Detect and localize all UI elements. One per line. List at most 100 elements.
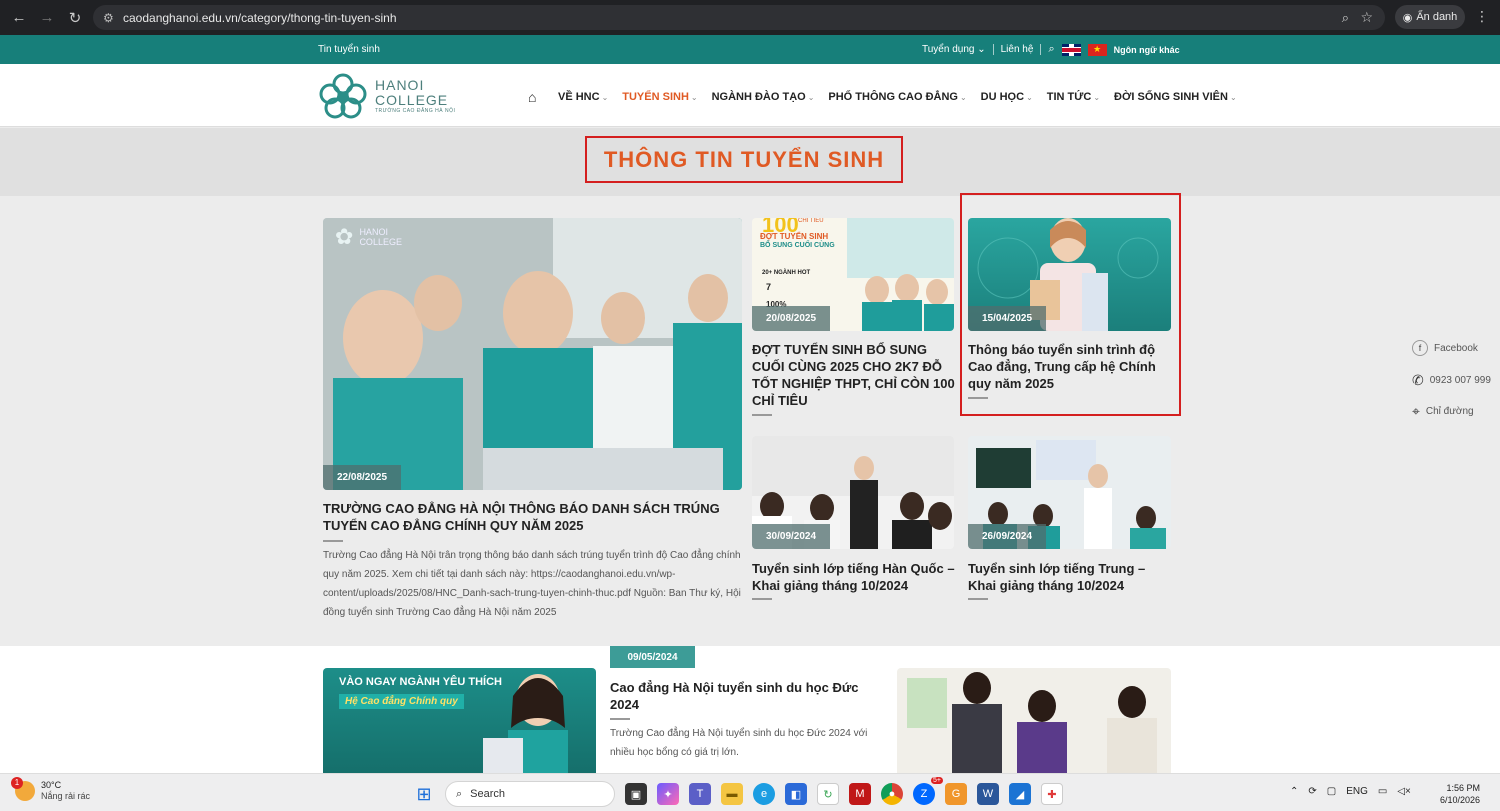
vn-flag-icon[interactable]: ★ [1087, 43, 1107, 56]
phone-label: 0923 007 999 [1429, 375, 1491, 386]
chrome-icon[interactable]: ● [881, 783, 903, 805]
system-tray: ⌃ ⟳ ▢ ENG ▭ ◁× [1290, 786, 1411, 797]
post-title[interactable]: Tuyển sinh lớp tiếng Trung – Khai giảng … [968, 560, 1173, 594]
copilot-icon[interactable]: ✦ [657, 783, 679, 805]
chevron-down-icon: ⌄ [601, 92, 609, 102]
home-icon[interactable]: ⌂ [528, 89, 544, 105]
app-orange-icon[interactable]: G [945, 783, 967, 805]
weather-condition: Nắng rải rác [41, 791, 91, 801]
bookmark-star-icon[interactable]: ☆ [1360, 9, 1373, 26]
topbar-news-link[interactable]: Tin tuyển sinh [318, 44, 380, 55]
sync-icon[interactable]: ⟳ [1308, 786, 1316, 797]
post-image[interactable] [897, 668, 1171, 773]
post-title[interactable]: Tuyển sinh lớp tiếng Hàn Quốc – Khai giả… [752, 560, 957, 594]
post-image[interactable]: 30/09/2024 [752, 436, 954, 549]
chevron-up-icon[interactable]: ⌃ [1290, 786, 1298, 797]
topbar-contact-link[interactable]: Liên hệ [1001, 44, 1034, 55]
image-text-line1: ĐỢT TUYỂN SINH [760, 232, 829, 241]
topbar-recruit-link[interactable]: Tuyển dụng ⌄ [922, 44, 986, 55]
site-settings-icon[interactable]: ⚙ [103, 11, 121, 25]
post-image[interactable]: VÀO NGAY NGÀNH YÊU THÍCH Hệ Cao đẳng Chí… [323, 668, 596, 773]
facebook-link[interactable]: f Facebook [1412, 340, 1478, 356]
lower-post-title[interactable]: Cao đẳng Hà Nội tuyển sinh du học Đức 20… [610, 679, 880, 713]
search-icon[interactable]: ⌕ [1048, 43, 1054, 56]
post-title[interactable]: ĐỢT TUYỂN SINH BỔ SUNG CUỐI CÙNG 2025 CH… [752, 341, 957, 409]
zoom-icon[interactable]: ⌕ [1342, 10, 1349, 26]
nav-item-highschool-college[interactable]: PHỔ THÔNG CAO ĐẲNG ⌄ [828, 91, 966, 103]
browser-menu-icon[interactable]: ⋮ [1475, 8, 1489, 25]
phone-link-icon[interactable]: ▢ [1327, 786, 1336, 797]
task-view-icon[interactable]: ▣ [625, 783, 647, 805]
nav-item-news[interactable]: TIN TỨC ⌄ [1047, 91, 1100, 103]
chevron-down-icon: ⌄ [959, 92, 967, 102]
language-indicator[interactable]: ENG [1346, 786, 1368, 797]
site-logo[interactable]: HANOI COLLEGE TRƯỜNG CAO ĐẲNG HÀ NỘI [318, 72, 455, 120]
phone-link[interactable]: ✆ 0923 007 999 [1412, 372, 1491, 389]
network-icon[interactable]: ▭ [1378, 786, 1387, 797]
back-icon[interactable]: ← [5, 4, 33, 32]
nav-item-about[interactable]: VỀ HNC ⌄ [558, 91, 608, 103]
clock-date: 6/10/2026 [1440, 795, 1481, 805]
nav-label: ĐỜI SỐNG SINH VIÊN [1114, 91, 1228, 103]
app-blue-icon[interactable]: ◢ [1009, 783, 1031, 805]
nav-label: TUYỂN SINH [622, 91, 689, 103]
flower-logo-icon [319, 73, 367, 119]
incognito-button[interactable]: ◉ Ẩn danh [1395, 5, 1465, 29]
facebook-icon: f [1412, 340, 1428, 356]
nav-label: TIN TỨC [1046, 91, 1092, 103]
clock-time: 1:56 PM [1446, 783, 1481, 793]
uk-flag-icon[interactable] [1061, 43, 1081, 56]
post-date: 20/08/2025 [752, 306, 831, 331]
image-text-line2: BỔ SUNG CUỐI CÙNG [760, 242, 835, 249]
file-explorer-icon[interactable]: ▬ [721, 783, 743, 805]
nav-label: VỀ HNC [558, 91, 600, 103]
divider [1040, 44, 1042, 55]
taskbar-search[interactable]: ⌕ Search [445, 781, 615, 807]
word-icon[interactable]: W [977, 783, 999, 805]
map-pin-icon: ⌖ [1412, 403, 1420, 419]
zalo-icon[interactable]: Z 5+ [913, 777, 943, 805]
weather-sun-icon: 1 [11, 776, 35, 801]
mcafee-icon[interactable]: M [849, 783, 871, 805]
post-date: 26/09/2024 [968, 524, 1047, 549]
image-text-b1: 20+ NGÀNH HOT [762, 270, 811, 276]
windows-start-icon[interactable]: ⊞ [413, 783, 435, 805]
featured-post-title[interactable]: TRƯỜNG CAO ĐẲNG HÀ NỘI THÔNG BÁO DANH SÁ… [323, 500, 748, 534]
post-image[interactable]: 26/09/2024 [968, 436, 1171, 549]
nav-label: DU HỌC [980, 91, 1025, 103]
nav-item-admissions[interactable]: TUYỂN SINH ⌄ [622, 91, 697, 103]
divider [610, 718, 630, 720]
app-green-icon[interactable]: ↻ [817, 783, 839, 805]
language-selector[interactable]: Ngôn ngữ khác [1114, 45, 1180, 55]
site-header: HANOI COLLEGE TRƯỜNG CAO ĐẲNG HÀ NỘI ⌂ V… [0, 64, 1500, 127]
app-colorful-icon[interactable]: ✚ [1041, 783, 1063, 805]
nav-item-study-abroad[interactable]: DU HỌC ⌄ [981, 91, 1033, 103]
image-text-2: Hệ Cao đẳng Chính quy [339, 694, 464, 709]
nav-item-programs[interactable]: NGÀNH ĐÀO TẠO ⌄ [712, 91, 815, 103]
teams-icon[interactable]: T [689, 783, 711, 805]
chevron-down-icon: ⌄ [1229, 92, 1237, 102]
windows-taskbar: 1 30°C Nắng rải rác ⊞ ⌕ Search ▣ ✦ T ▬ e… [0, 773, 1500, 811]
divider [968, 598, 988, 600]
featured-post-image[interactable]: ✿ HANOI COLLEGE 22/08/2025 [323, 218, 742, 490]
logo-line1: HANOI [375, 77, 425, 93]
clock[interactable]: 1:56 PM 6/10/2026 [1440, 782, 1480, 806]
chevron-down-icon: ⌄ [807, 92, 815, 102]
volume-icon[interactable]: ◁× [1397, 786, 1411, 797]
nav-item-student-life[interactable]: ĐỜI SỐNG SINH VIÊN ⌄ [1114, 91, 1237, 103]
directions-link[interactable]: ⌖ Chỉ đường [1412, 403, 1474, 420]
lower-post-excerpt: Trường Cao đẳng Hà Nội tuyển sinh du học… [610, 728, 868, 758]
store-icon[interactable]: ◧ [785, 783, 807, 805]
weather-widget[interactable]: 1 30°C Nắng rải rác [11, 776, 91, 801]
nav-label: NGÀNH ĐÀO TẠO [711, 91, 806, 103]
kimono-photo-icon [907, 672, 1157, 773]
chevron-down-icon: ⌄ [977, 44, 986, 55]
chevron-down-icon: ⌄ [1026, 92, 1033, 102]
browser-chrome: ← → ↻ ⚙ caodanghanoi.edu.vn/category/tho… [0, 0, 1500, 35]
address-bar[interactable]: ⚙ caodanghanoi.edu.vn/category/thong-tin… [93, 5, 1385, 30]
forward-icon[interactable]: → [33, 4, 61, 32]
reload-icon[interactable]: ↻ [61, 4, 89, 32]
students-photo-icon [323, 218, 742, 490]
edge-icon[interactable]: e [753, 783, 775, 805]
post-image[interactable]: 100 CHỈ TIÊU ĐỢT TUYỂN SINH BỔ SUNG CUỐI… [752, 218, 954, 331]
